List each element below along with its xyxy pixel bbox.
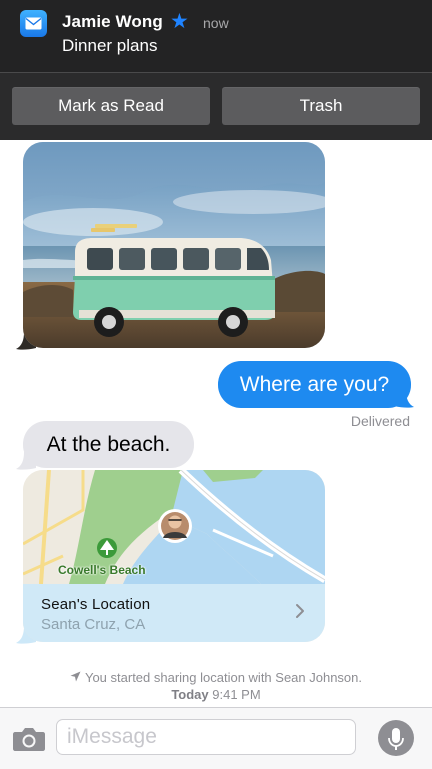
- notification-banner[interactable]: Jamie Wong ★ now Dinner plans Mark as Re…: [0, 0, 432, 140]
- microphone-icon[interactable]: [378, 720, 414, 756]
- location-message[interactable]: Cowell's Beach Sean's Location Santa Cru…: [23, 470, 325, 642]
- notice-day: Today: [171, 687, 209, 702]
- location-subtitle: Santa Cruz, CA: [41, 616, 146, 633]
- notice-time: 9:41 PM: [212, 687, 261, 702]
- trash-button[interactable]: Trash: [222, 87, 420, 125]
- location-title: Sean's Location: [41, 596, 151, 613]
- location-sharing-notice: You started sharing location with Sean J…: [0, 669, 432, 703]
- mail-icon: [20, 10, 47, 37]
- incoming-message[interactable]: At the beach.: [23, 421, 194, 468]
- vip-star-icon: ★: [170, 10, 189, 33]
- camera-icon[interactable]: [12, 726, 46, 752]
- beach-photo: [23, 142, 325, 348]
- imessage-input[interactable]: [56, 719, 356, 755]
- notification-preview: Dinner plans: [62, 36, 158, 55]
- map-place-label: Cowell's Beach: [58, 563, 146, 577]
- notification-time: now: [203, 15, 229, 31]
- notice-text: You started sharing location with Sean J…: [84, 670, 363, 685]
- notification-header[interactable]: Jamie Wong ★ now Dinner plans: [0, 0, 432, 73]
- avatar[interactable]: [158, 509, 192, 543]
- park-icon: [97, 538, 117, 558]
- location-details[interactable]: Sean's Location Santa Cruz, CA: [23, 584, 325, 642]
- message-input-bar: [0, 707, 432, 769]
- location-arrow-icon: [70, 671, 81, 682]
- chevron-right-icon[interactable]: [295, 603, 305, 619]
- photo-message[interactable]: [23, 142, 325, 348]
- mark-as-read-button[interactable]: Mark as Read: [12, 87, 210, 125]
- outgoing-message[interactable]: Where are you?: [218, 361, 411, 408]
- notification-sender: Jamie Wong: [62, 12, 163, 31]
- delivery-status: Delivered: [350, 413, 410, 429]
